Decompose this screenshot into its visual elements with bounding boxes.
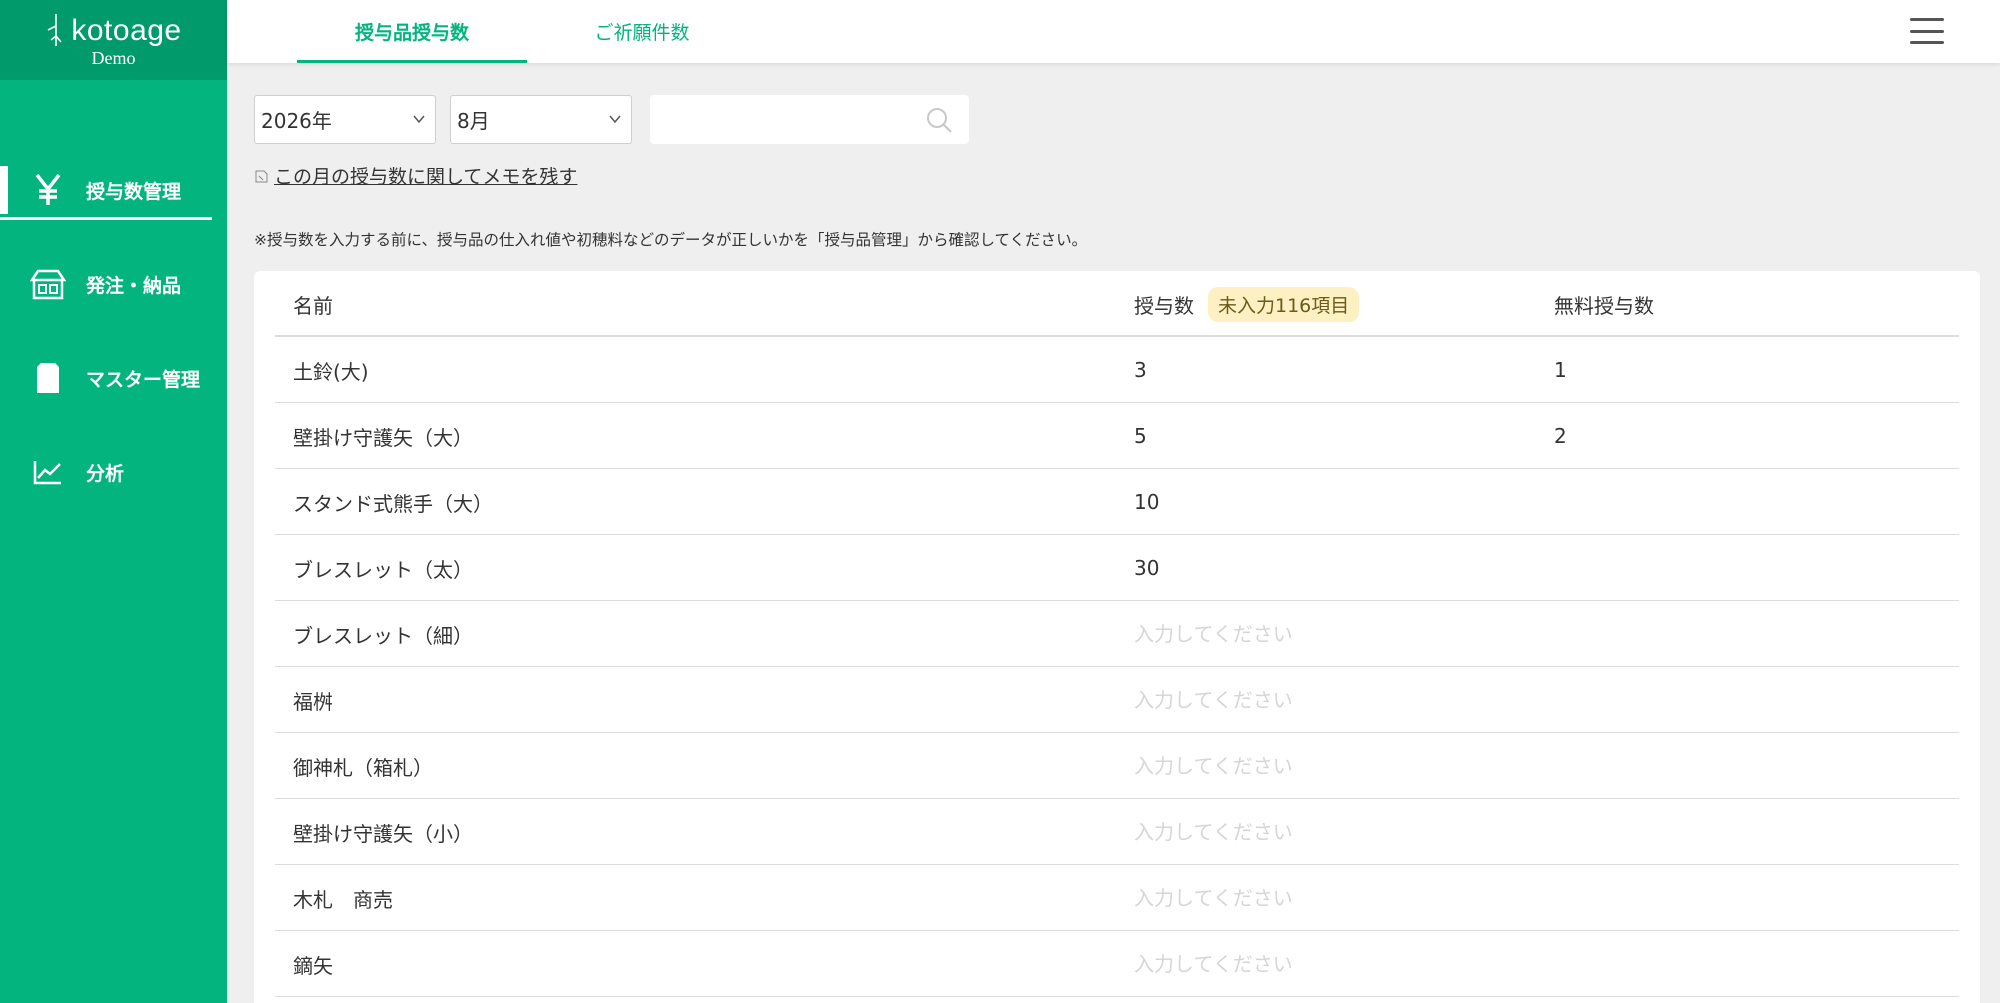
free-qty-input[interactable]	[1554, 952, 1854, 976]
brand-sub: Demo	[91, 47, 136, 68]
free-qty-input[interactable]	[1554, 820, 1854, 844]
item-name: 福桝	[293, 689, 333, 714]
sidebar-item-label: 発注・納品	[86, 274, 182, 297]
free-qty-input[interactable]	[1554, 622, 1854, 646]
qty-input[interactable]	[1134, 688, 1434, 712]
item-name: 壁掛け守護矢（大）	[293, 425, 473, 450]
table-row: 福桝	[275, 667, 1959, 733]
search-icon[interactable]	[925, 106, 953, 134]
qty-input[interactable]	[1134, 754, 1434, 778]
year-select-value: 2026年	[261, 109, 332, 133]
notice-text: ※授与数を入力する前に、授与品の仕入れ値や初穂料などのデータが正しいかを「授与品…	[254, 231, 1088, 249]
item-name: ブレスレット（細）	[293, 623, 473, 648]
table-row: 土鈴(大)	[275, 337, 1959, 403]
qty-input[interactable]	[1134, 424, 1434, 448]
chart-icon	[28, 452, 68, 492]
hamburger-icon[interactable]	[1910, 18, 1944, 44]
memo-icon	[255, 170, 268, 182]
items-table: 名前 授与数 未入力116項目 無料授与数 土鈴(大) 壁掛け守護矢（大） スタ…	[254, 271, 1980, 1003]
search-box	[650, 95, 969, 144]
item-name: 土鈴(大)	[293, 359, 369, 384]
item-name: 鏑矢	[293, 953, 333, 978]
column-header-name: 名前	[293, 293, 333, 318]
memo-link-text: この月の授与数に関してメモを残す	[274, 166, 578, 188]
free-qty-input[interactable]	[1554, 556, 1854, 580]
brand-logo[interactable]: kotoage Demo	[0, 0, 227, 80]
missing-count-badge: 未入力116項目	[1208, 286, 1360, 322]
tab-juyo-items[interactable]: 授与品授与数	[297, 0, 527, 63]
sidebar-item-analysis[interactable]: 分析	[0, 442, 227, 502]
table-header: 名前 授与数 未入力116項目 無料授与数	[275, 271, 1959, 337]
sidebar-item-master[interactable]: マスター管理	[0, 348, 227, 408]
free-qty-input[interactable]	[1554, 886, 1854, 910]
free-qty-input[interactable]	[1554, 424, 1854, 448]
sidebar-item-label: 授与数管理	[86, 180, 182, 203]
table-row: スタンド式熊手（大）	[275, 469, 1959, 535]
item-name: 御神札（箱札）	[293, 755, 433, 780]
qty-input[interactable]	[1134, 820, 1434, 844]
qty-input[interactable]	[1134, 886, 1434, 910]
sidebar-item-label: マスター管理	[86, 368, 201, 391]
qty-input[interactable]	[1134, 556, 1434, 580]
kotoage-logo-icon	[48, 13, 62, 46]
qty-input[interactable]	[1134, 358, 1434, 382]
card-icon	[28, 358, 68, 398]
month-select-value: 8月	[457, 109, 490, 133]
table-row: ブレスレット（太）	[275, 535, 1959, 601]
table-row: 壁掛け守護矢（小）	[275, 799, 1959, 865]
table-row: 壁掛け守護矢（大）	[275, 403, 1959, 469]
free-qty-input[interactable]	[1554, 688, 1854, 712]
free-qty-input[interactable]	[1554, 754, 1854, 778]
table-row: 御神札（箱札）	[275, 733, 1959, 799]
column-header-qty-label: 授与数	[1134, 293, 1194, 318]
chevron-down-icon	[413, 115, 425, 124]
item-name: 壁掛け守護矢（小）	[293, 821, 473, 846]
year-select[interactable]: 2026年	[254, 95, 436, 144]
column-header-qty: 授与数 未入力116項目	[1134, 271, 1360, 337]
tab-prayer-count[interactable]: ご祈願件数	[527, 0, 757, 63]
qty-input[interactable]	[1134, 952, 1434, 976]
chevron-down-icon	[609, 115, 621, 124]
item-name: ブレスレット（太）	[293, 557, 473, 582]
sidebar: kotoage Demo 授与数管理 発注・納品 マスター管理 分析	[0, 0, 227, 1003]
free-qty-input[interactable]	[1554, 490, 1854, 514]
table-row: 木札 商売	[275, 865, 1959, 931]
search-input[interactable]	[650, 95, 910, 144]
table-row: ブレスレット（細）	[275, 601, 1959, 667]
sidebar-item-juyo-count[interactable]: 授与数管理	[0, 160, 227, 220]
qty-input[interactable]	[1134, 490, 1434, 514]
free-qty-input[interactable]	[1554, 358, 1854, 382]
column-header-free: 無料授与数	[1554, 293, 1654, 318]
table-row: 鏑矢	[275, 931, 1959, 997]
memo-link[interactable]: この月の授与数に関してメモを残す	[254, 162, 577, 189]
sidebar-item-orders[interactable]: 発注・納品	[0, 254, 227, 314]
sidebar-nav: 授与数管理 発注・納品 マスター管理 分析	[0, 160, 227, 502]
item-name: スタンド式熊手（大）	[293, 491, 493, 516]
month-select[interactable]: 8月	[450, 95, 632, 144]
sidebar-item-label: 分析	[86, 462, 125, 485]
top-bar: 授与品授与数 ご祈願件数	[227, 0, 2000, 63]
shop-icon	[28, 264, 68, 304]
qty-input[interactable]	[1134, 622, 1434, 646]
yen-icon	[28, 170, 68, 210]
item-name: 木札 商売	[293, 887, 393, 912]
brand-name: kotoage	[71, 13, 182, 47]
